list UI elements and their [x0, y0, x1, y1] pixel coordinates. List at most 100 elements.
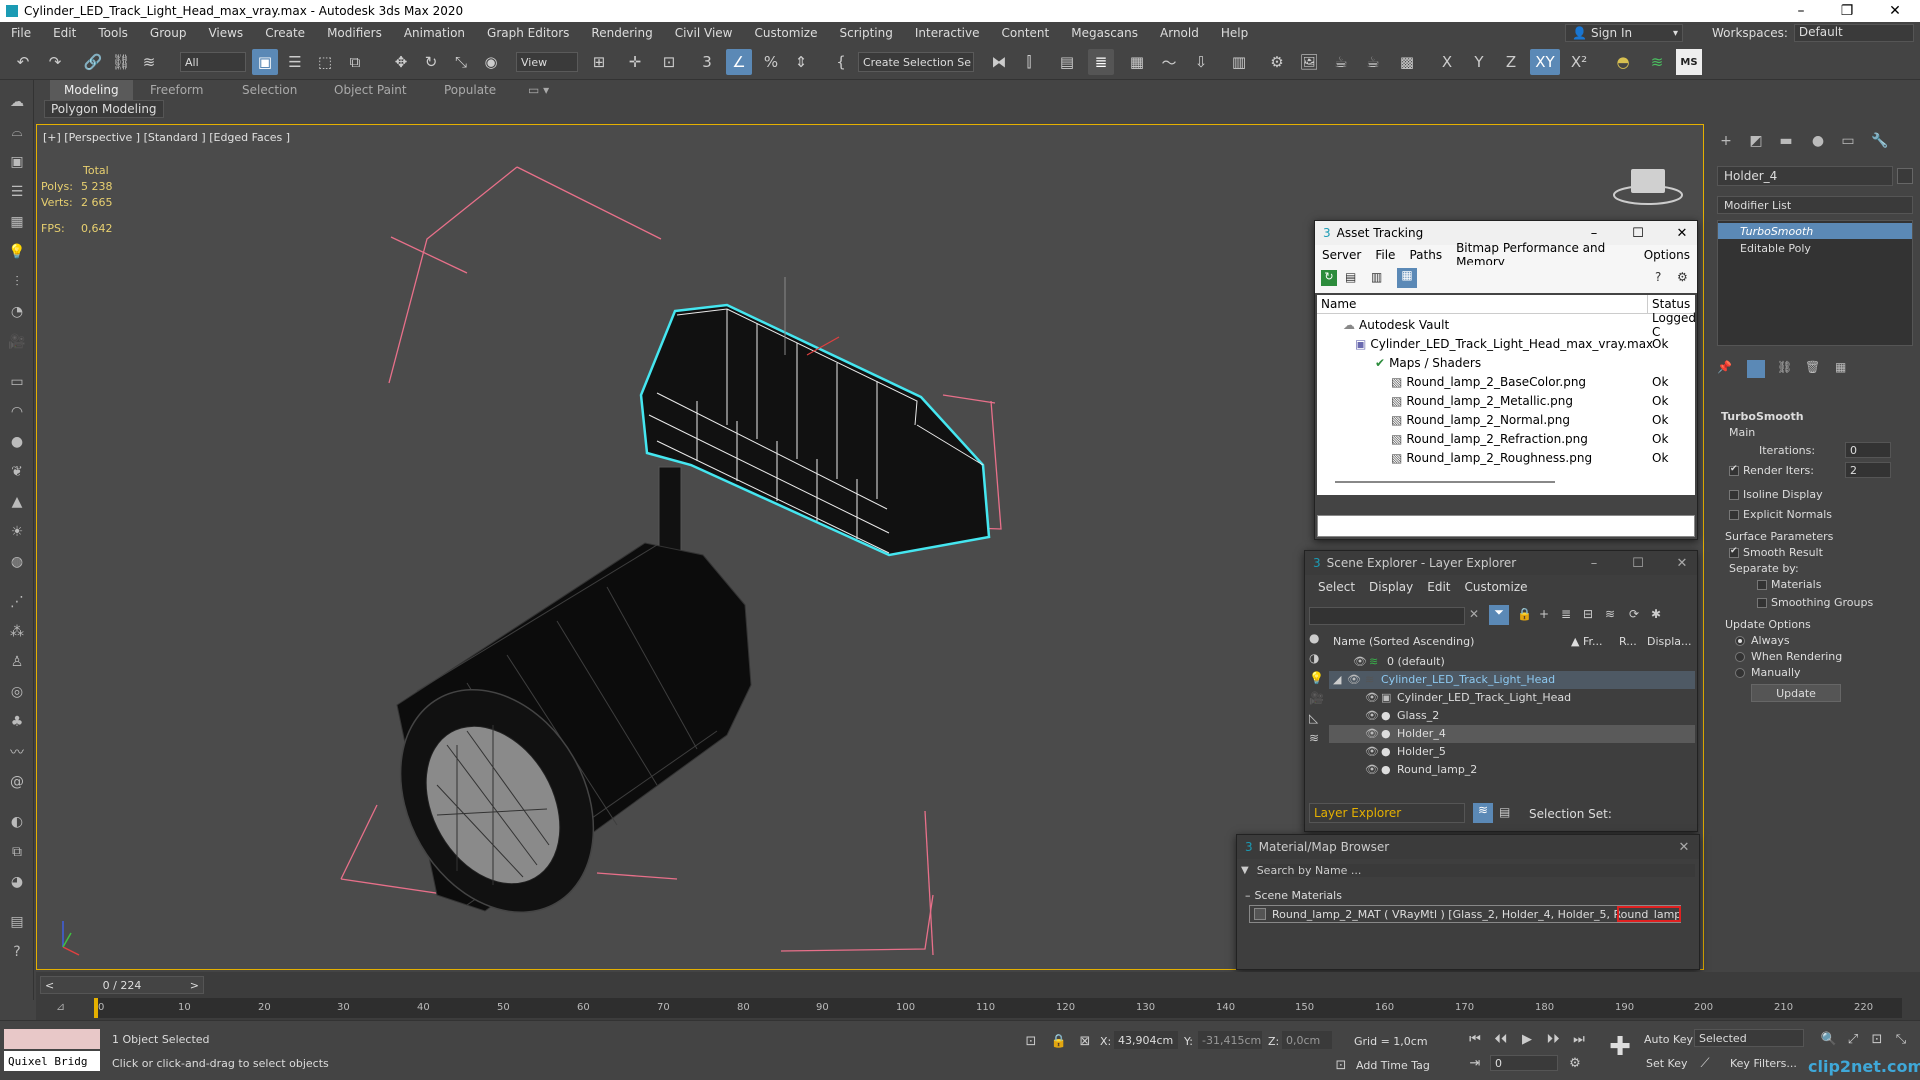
next-frame-icon[interactable]: >: [190, 979, 199, 992]
close-icon[interactable]: ✕: [1671, 224, 1693, 242]
menu-edit[interactable]: Edit: [1420, 580, 1457, 594]
zoom-icon[interactable]: 🔍: [1818, 1029, 1840, 1049]
menu-help[interactable]: Help: [1210, 26, 1259, 40]
menu-display[interactable]: Display: [1362, 580, 1420, 594]
table-row[interactable]: ▧ Round_lamp_2_Roughness.png: [1391, 448, 1592, 467]
goto-end-icon[interactable]: ⏭: [1568, 1029, 1590, 1049]
layers-icon[interactable]: ⧉: [5, 840, 29, 864]
auto-key-button[interactable]: Auto Key: [1644, 1033, 1693, 1046]
y-coordinate-field[interactable]: -31,415cm: [1198, 1031, 1262, 1049]
minimize-button[interactable]: –: [1778, 0, 1824, 22]
materials-checkbox[interactable]: [1757, 580, 1767, 590]
column-header-display[interactable]: Displa...: [1647, 635, 1692, 648]
layers-icon[interactable]: ≋: [1605, 607, 1615, 621]
hierarchy-icon[interactable]: ⊟: [1583, 607, 1593, 621]
render-grid-icon[interactable]: ▩: [1394, 49, 1420, 75]
add-layer-icon[interactable]: +: [1539, 607, 1549, 621]
plane-icon[interactable]: ▭: [5, 370, 29, 394]
list-view-icon[interactable]: ▤: [5, 910, 29, 934]
menu-tools[interactable]: Tools: [87, 26, 139, 40]
select-by-name-icon[interactable]: ☰: [282, 49, 308, 75]
menu-megascans[interactable]: Megascans: [1060, 26, 1149, 40]
table-row[interactable]: ▧ Round_lamp_2_Metallic.png: [1391, 391, 1573, 410]
material-editor-icon[interactable]: ▥: [1226, 49, 1252, 75]
close-icon[interactable]: ✕: [1671, 554, 1693, 572]
helper-filter-icon[interactable]: ◺: [1309, 711, 1318, 725]
hierarchy-tab-icon[interactable]: ▬: [1775, 130, 1797, 152]
selection-filter-dropdown[interactable]: All: [180, 52, 246, 72]
when-rendering-radio[interactable]: [1735, 652, 1745, 662]
sun-icon[interactable]: ☀: [5, 520, 29, 544]
tab-populate[interactable]: Populate: [430, 80, 510, 100]
prev-key-icon[interactable]: ⏴⏴: [1490, 1029, 1512, 1049]
plant-icon[interactable]: ❦: [5, 460, 29, 484]
search-by-name-input[interactable]: Search by Name ...: [1256, 863, 1695, 877]
redo-icon[interactable]: ↷: [42, 49, 68, 75]
sphere-icon[interactable]: ●: [5, 430, 29, 454]
particles-icon[interactable]: ⁂: [5, 620, 29, 644]
sign-in-dropdown[interactable]: 👤 Sign In ▾: [1565, 24, 1683, 42]
axis-xy-button[interactable]: XY: [1530, 49, 1560, 75]
list-item[interactable]: 👁 ▣ Cylinder_LED_Track_Light_Head: [1329, 689, 1695, 707]
tab-modeling[interactable]: Modeling: [50, 80, 133, 100]
maximize-icon[interactable]: ☐: [1627, 224, 1649, 242]
table-row[interactable]: ▣ Cylinder_LED_Track_Light_Head_max_vray.…: [1355, 334, 1653, 353]
set-key-icon[interactable]: ✚: [1602, 1029, 1638, 1065]
create-icon[interactable]: ☁: [5, 90, 29, 114]
column-header-name[interactable]: Name: [1317, 295, 1647, 314]
horizontal-scrollbar[interactable]: [1335, 481, 1555, 483]
modifier-list-dropdown[interactable]: Modifier List: [1717, 196, 1913, 214]
settings-icon[interactable]: ⚙: [1677, 270, 1688, 284]
layers-stack-icon[interactable]: ≣: [1561, 607, 1571, 621]
grid-icon[interactable]: ▦: [5, 210, 29, 234]
maxscript-input[interactable]: Quixel Bridg: [4, 1051, 100, 1071]
column-header-render[interactable]: R...: [1619, 635, 1637, 648]
table-row[interactable]: ✔ Maps / Shaders: [1375, 353, 1481, 372]
ball-icon[interactable]: ◍: [5, 550, 29, 574]
menu-scripting[interactable]: Scripting: [828, 26, 903, 40]
menu-interactive[interactable]: Interactive: [904, 26, 991, 40]
bind-space-warp-icon[interactable]: ≋: [136, 49, 162, 75]
render-setup-icon[interactable]: ⚙: [1264, 49, 1290, 75]
prev-frame-icon[interactable]: <: [45, 979, 54, 992]
maximize-icon[interactable]: ☐: [1627, 554, 1649, 572]
tab-freeform[interactable]: Freeform: [136, 80, 217, 100]
mirror-icon[interactable]: ⧓: [986, 49, 1012, 75]
refresh-icon[interactable]: ↻: [1321, 270, 1337, 286]
explorer-type-dropdown[interactable]: Layer Explorer: [1309, 803, 1465, 823]
tree-icon[interactable]: ♣: [5, 710, 29, 734]
dome-icon[interactable]: ◠: [5, 400, 29, 424]
camera-filter-icon[interactable]: 🎥: [1309, 691, 1324, 705]
mini-curve-icon[interactable]: ⊿: [56, 1000, 65, 1013]
percent-snap-icon[interactable]: %: [758, 49, 784, 75]
spacewarp-filter-icon[interactable]: ≋: [1309, 731, 1319, 745]
stack-item-editable-poly[interactable]: Editable Poly: [1718, 240, 1912, 256]
close-button[interactable]: ✕: [1872, 0, 1918, 22]
clear-search-icon[interactable]: ✕: [1469, 607, 1479, 621]
menu-rendering[interactable]: Rendering: [580, 26, 663, 40]
tab-object-paint[interactable]: Object Paint: [320, 80, 421, 100]
close-icon[interactable]: ✕: [1673, 838, 1695, 856]
chevron-down-icon[interactable]: ▼: [1241, 865, 1249, 876]
menu-views[interactable]: Views: [197, 26, 254, 40]
object-color-swatch[interactable]: [1897, 168, 1913, 184]
options-icon[interactable]: ✱: [1651, 607, 1661, 621]
figure-icon[interactable]: ♙: [5, 650, 29, 674]
hair-icon[interactable]: 〰: [5, 740, 29, 764]
spiral-icon[interactable]: @: [5, 770, 29, 794]
table-view-icon[interactable]: ▥: [1371, 270, 1382, 284]
zoom-extents-icon[interactable]: ⊡: [1866, 1029, 1888, 1049]
add-time-tag-button[interactable]: Add Time Tag: [1356, 1059, 1430, 1072]
remove-modifier-icon[interactable]: 🗑: [1805, 360, 1820, 374]
unlink-icon[interactable]: ⛓: [108, 49, 134, 75]
tab-selection[interactable]: Selection: [228, 80, 311, 100]
menu-graph-editors[interactable]: Graph Editors: [476, 26, 580, 40]
menu-options[interactable]: Options: [1637, 248, 1697, 262]
camera-icon[interactable]: 🎥: [5, 330, 29, 354]
mesh-icon[interactable]: ⋰: [5, 590, 29, 614]
isoline-checkbox[interactable]: [1729, 490, 1739, 500]
help-icon[interactable]: ?: [5, 940, 29, 964]
layer-explorer-icon[interactable]: ≣: [1088, 49, 1114, 75]
asset-path-field[interactable]: [1317, 515, 1695, 537]
table-row[interactable]: ▧ Round_lamp_2_Refraction.png: [1391, 429, 1588, 448]
